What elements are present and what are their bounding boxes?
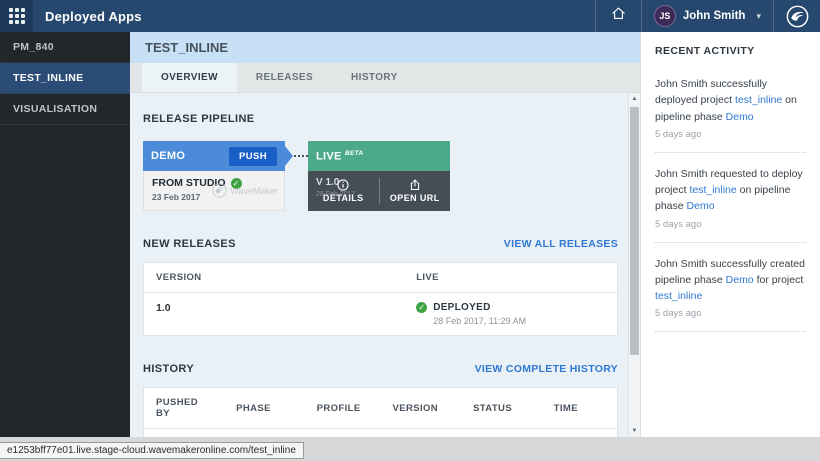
release-pipeline-heading: RELEASE PIPELINE [143,113,618,125]
release-pipeline: DEMO PUSH FROM STUDIO ✓ 23 Feb 2017 Wave… [143,141,618,211]
demo-card-header: DEMO PUSH [143,141,285,171]
watermark-label: WaveMaker [230,186,278,196]
wavemaker-watermark-icon [212,183,227,198]
main-content: TEST_INLINE OVERVIEW RELEASES HISTORY RE… [130,32,640,437]
column-version: VERSION [380,388,461,429]
overview-panel: RELEASE PIPELINE DEMO PUSH FROM STUDIO ✓… [130,93,628,437]
history-pushed-by: John Smith [144,429,225,438]
column-time: TIME [542,388,618,429]
grid-icon [9,8,25,24]
page-title: TEST_INLINE [130,32,640,63]
history-version: 1.0 [380,429,461,438]
deployed-time: 28 Feb 2017, 11:29 AM [433,316,526,326]
history-phase: Live [224,429,305,438]
user-menu[interactable]: JS John Smith ▾ [642,0,773,32]
column-phase: PHASE [224,388,305,429]
project-link[interactable]: test_inline [689,184,736,196]
live-card-body: V 1.0 28 Feb 2017 DETAILS OPEN URL [308,171,450,211]
chevron-down-icon: ▾ [756,11,761,22]
info-icon [337,179,349,191]
activity-timestamp: 5 days ago [655,219,806,230]
app-title: Deployed Apps [45,9,142,24]
column-pushed-by: PUSHED BY [144,388,225,429]
column-version: VERSION [144,263,405,293]
activity-timestamp: 5 days ago [655,308,806,319]
sidebar-item-test-inline[interactable]: TEST_INLINE [0,63,130,94]
open-url-icon [409,179,421,191]
activity-timestamp: 5 days ago [655,129,806,140]
activity-divider [655,152,806,153]
tab-bar: OVERVIEW RELEASES HISTORY [130,63,640,93]
top-bar: Deployed Apps JS John Smith ▾ [0,0,820,32]
column-live: LIVE [404,263,617,293]
activity-divider [655,242,806,243]
status-url-tooltip: e1253bff77e01.live.stage-cloud.wavemaker… [0,442,304,459]
open-url-button[interactable]: OPEN URL [380,171,451,211]
view-all-releases-link[interactable]: VIEW ALL RELEASES [504,238,618,250]
open-url-label: OPEN URL [390,193,440,203]
scroll-down-icon[interactable]: ▼ [629,425,640,437]
push-button[interactable]: PUSH [229,147,277,166]
demo-phase-label: DEMO [151,150,185,162]
phase-link[interactable]: Demo [726,111,754,123]
new-releases-heading: NEW RELEASES [143,238,236,250]
history-status: Deployed [461,429,542,438]
recent-activity-heading: RECENT ACTIVITY [655,45,806,57]
details-label: DETAILS [323,193,364,203]
vertical-scrollbar: ▲ ▼ [628,93,640,437]
project-link[interactable]: test_inline [655,290,702,302]
activity-divider [655,331,806,332]
deployed-status: DEPLOYED [433,302,526,313]
wavemaker-watermark: WaveMaker [212,183,278,198]
recent-activity-panel: RECENT ACTIVITY John Smith successfully … [640,32,820,437]
history-heading: HISTORY [143,363,194,375]
app-grid-button[interactable] [0,0,33,32]
home-icon [610,5,627,27]
tab-history[interactable]: HISTORY [332,63,417,92]
tab-releases[interactable]: RELEASES [237,63,332,92]
column-status: STATUS [461,388,542,429]
activity-item: John Smith successfully created pipeline… [655,256,806,320]
release-live-cell: ✓ DEPLOYED 28 Feb 2017, 11:29 AM [416,302,605,326]
details-button[interactable]: DETAILS [308,171,379,211]
demo-phase-card: DEMO PUSH FROM STUDIO ✓ 23 Feb 2017 Wave… [143,141,285,211]
activity-text: for project [754,274,804,286]
phase-link[interactable]: Demo [687,200,715,212]
activity-item: John Smith successfully deployed project… [655,76,806,140]
table-row: John Smith Live Live 1.0 Deployed 28 Feb… [144,429,618,438]
release-version-cell: 1.0 [144,293,405,336]
history-table: PUSHED BY PHASE PROFILE VERSION STATUS T… [143,387,618,437]
project-link[interactable]: test_inline [735,94,782,106]
column-profile: PROFILE [305,388,381,429]
scrollbar-thumb[interactable] [630,107,639,355]
sidebar: PM_840 TEST_INLINE VISUALISATION [0,32,130,437]
user-name: John Smith [683,10,746,22]
view-complete-history-link[interactable]: VIEW COMPLETE HISTORY [475,363,618,375]
table-row: 1.0 ✓ DEPLOYED 28 Feb 2017, 11:29 AM [144,293,618,336]
live-phase-card: LIVE BETA V 1.0 28 Feb 2017 DETAILS OPEN… [308,141,450,211]
new-releases-table: VERSION LIVE 1.0 ✓ DEPLOYED 28 Feb 2017,… [143,262,618,336]
tab-overview[interactable]: OVERVIEW [142,63,237,92]
phase-link[interactable]: Demo [726,274,754,286]
activity-item: John Smith requested to deploy project t… [655,166,806,230]
live-card-header: LIVE BETA [308,141,450,171]
avatar: JS [654,5,676,27]
sidebar-item-visualisation[interactable]: VISUALISATION [0,94,130,125]
history-time: 28 Feb 2017, [542,429,618,438]
deployed-check-icon: ✓ [416,302,427,313]
beta-badge: BETA [345,150,363,157]
pipeline-arrow-icon [285,146,293,166]
home-button[interactable] [596,0,641,32]
sidebar-item-pm-840[interactable]: PM_840 [0,32,130,63]
scroll-up-icon[interactable]: ▲ [629,93,640,105]
live-phase-label: LIVE [316,150,342,162]
demo-card-body: FROM STUDIO ✓ 23 Feb 2017 WaveMaker [143,171,285,211]
wavemaker-logo-icon [774,0,820,32]
